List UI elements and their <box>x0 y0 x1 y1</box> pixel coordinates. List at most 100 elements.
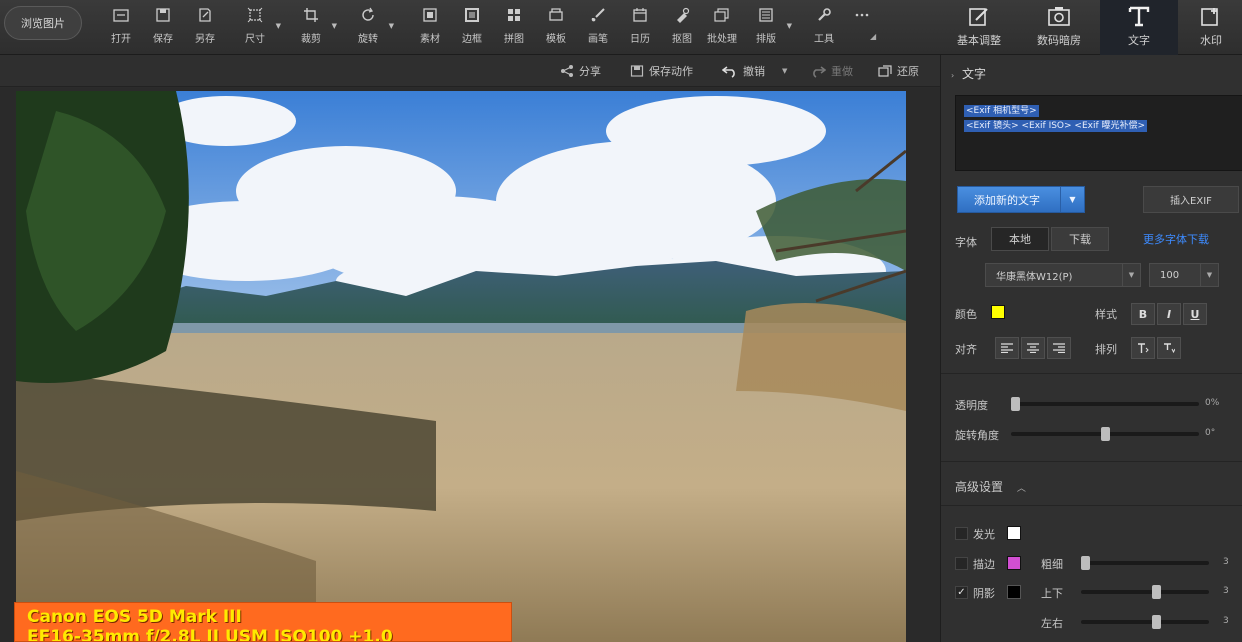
tool-resize-button[interactable]: 尺寸 ▼ <box>235 4 281 48</box>
align-center-button[interactable] <box>1021 337 1045 359</box>
crop-icon <box>302 6 320 24</box>
tool-template-button[interactable]: 模板 <box>536 4 576 48</box>
tool-cutout-button[interactable]: 抠图 <box>662 4 702 48</box>
rotation-slider-thumb[interactable] <box>1100 427 1110 441</box>
restore-label: 还原 <box>897 65 919 78</box>
tool-calendar-button[interactable]: 日历 <box>620 4 660 48</box>
stroke-checkbox[interactable] <box>955 557 968 570</box>
share-button[interactable]: 分享 <box>560 61 601 81</box>
undo-button[interactable]: 撤销 ▼ <box>722 61 787 81</box>
tool-dropdown-icon[interactable]: ▼ <box>787 22 792 30</box>
tool-label: 旋转 <box>358 34 378 45</box>
tool-save-as-button[interactable]: 另存 <box>185 4 225 48</box>
undo-label: 撤销 <box>743 65 765 78</box>
watermark-icon <box>1198 4 1224 28</box>
redo-button[interactable]: 重做 <box>810 61 853 81</box>
tab-adjust[interactable]: 基本调整 <box>940 0 1018 55</box>
text-color-swatch[interactable] <box>991 305 1005 319</box>
horizontal-text-button[interactable] <box>1131 337 1155 359</box>
thickness-slider[interactable] <box>1081 556 1209 570</box>
panel-title: › 文字 <box>951 65 986 82</box>
tool-dropdown-icon[interactable]: ▼ <box>332 22 337 30</box>
align-right-button[interactable] <box>1047 337 1071 359</box>
more-icon <box>853 6 871 24</box>
stroke-color-swatch[interactable] <box>1007 556 1021 570</box>
leftright-slider-thumb[interactable] <box>1152 615 1162 629</box>
add-text-dropdown-icon[interactable]: ▼ <box>1060 187 1084 212</box>
glow-checkbox[interactable] <box>955 527 968 540</box>
leftright-slider[interactable] <box>1081 615 1209 629</box>
font-local-tab[interactable]: 本地 <box>991 227 1049 251</box>
panel-collapse-icon[interactable]: › <box>951 71 954 80</box>
tab-text[interactable]: 文字 <box>1100 0 1178 55</box>
tool-label: 工具 <box>814 34 834 45</box>
rotation-slider[interactable] <box>1011 427 1199 441</box>
thickness-slider-thumb[interactable] <box>1081 556 1090 570</box>
advanced-settings-toggle[interactable]: 高级设置 ︿ <box>955 478 1026 495</box>
tool-brush-button[interactable]: 画笔 <box>578 4 618 48</box>
updown-slider-thumb[interactable] <box>1152 585 1162 599</box>
tool-collage-button[interactable]: 拼图 <box>494 4 534 48</box>
updown-value: 3 <box>1223 586 1229 596</box>
stroke-label: 描边 <box>973 558 995 571</box>
bold-button[interactable]: B <box>1131 303 1155 325</box>
style-label: 样式 <box>1095 308 1117 321</box>
add-new-text-button[interactable]: 添加新的文字 ▼ <box>957 186 1085 213</box>
image-canvas[interactable]: Canon EOS 5D Mark III EF16-35mm f/2.8L I… <box>0 88 940 642</box>
italic-button[interactable]: I <box>1157 303 1181 325</box>
tool-label: 画笔 <box>588 34 608 45</box>
tool-border-button[interactable]: 边框 <box>452 4 492 48</box>
align-left-button[interactable] <box>995 337 1019 359</box>
tool-label: 抠图 <box>672 34 692 45</box>
glow-color-swatch[interactable] <box>1007 526 1021 540</box>
tool-label: 批处理 <box>707 34 737 45</box>
tool-dropdown-icon[interactable]: ▼ <box>389 22 394 30</box>
save-action-button[interactable]: 保存动作 <box>630 61 693 81</box>
tool-material-button[interactable]: 素材 <box>410 4 450 48</box>
tool-wrench-button[interactable]: 工具 <box>804 4 844 48</box>
restore-icon <box>878 65 892 77</box>
save-as-icon <box>196 6 214 24</box>
toolbar-expand-icon[interactable]: ◢ <box>870 32 876 41</box>
shadow-color-swatch[interactable] <box>1007 585 1021 599</box>
action-bar: 分享 保存动作 撤销 ▼ 重做 还原 <box>0 55 940 87</box>
tool-batch-button[interactable]: 批处理 <box>702 4 742 48</box>
updown-slider[interactable] <box>1081 585 1209 599</box>
tab-darkroom[interactable]: 数码暗房 <box>1020 0 1098 55</box>
tab-watermark[interactable]: 水印 <box>1180 0 1242 55</box>
panel-divider <box>941 505 1242 506</box>
underline-button[interactable]: U <box>1183 303 1207 325</box>
top-toolbar: 浏览图片 打开 保存 另存 尺寸 ▼ 裁剪 ▼ 旋转 ▼ 素材 边框 拼图 模板 画笔 日历 抠图 批处理 排版 ▼… <box>0 0 1242 55</box>
undo-icon <box>722 66 735 78</box>
exif-text-overlay[interactable]: Canon EOS 5D Mark III EF16-35mm f/2.8L I… <box>14 602 512 642</box>
undo-dropdown-icon[interactable]: ▼ <box>782 67 787 75</box>
font-size-select[interactable]: 100 ▼ <box>1149 263 1219 287</box>
tool-dropdown-icon[interactable]: ▼ <box>276 22 281 30</box>
wrench-icon <box>815 6 833 24</box>
tool-save-button[interactable]: 保存 <box>143 4 183 48</box>
text-content-input[interactable]: <Exif 相机型号> <Exif 镜头> <Exif ISO> <Exif 曝… <box>955 95 1242 171</box>
restore-button[interactable]: 还原 <box>878 61 919 81</box>
tool-label: 边框 <box>462 34 482 45</box>
insert-exif-button[interactable]: 插入EXIF <box>1143 186 1239 213</box>
opacity-slider-thumb[interactable] <box>1011 397 1020 411</box>
panel-divider <box>941 373 1242 374</box>
tool-layout-button[interactable]: 排版 ▼ <box>746 4 792 48</box>
font-family-select[interactable]: 华康黑体W12(P) ▼ <box>985 263 1141 287</box>
brush-icon <box>589 6 607 24</box>
shadow-checkbox[interactable]: ✓ <box>955 586 968 599</box>
tool-rotate-button[interactable]: 旋转 ▼ <box>348 4 394 48</box>
batch-icon <box>713 6 731 24</box>
opacity-slider[interactable] <box>1011 397 1199 411</box>
text-line-1: <Exif 相机型号> <box>964 105 1039 117</box>
tool-open-button[interactable]: 打开 <box>101 4 141 48</box>
font-download-tab[interactable]: 下载 <box>1051 227 1109 251</box>
arrange-label: 排列 <box>1095 343 1117 356</box>
vertical-text-button[interactable] <box>1157 337 1181 359</box>
more-fonts-link[interactable]: 更多字体下载 <box>1143 231 1209 247</box>
tool-crop-button[interactable]: 裁剪 ▼ <box>291 4 337 48</box>
tool-label: 模板 <box>546 34 566 45</box>
tool-more-button[interactable]: ··· <box>842 4 882 48</box>
browse-images-button[interactable]: 浏览图片 <box>4 6 82 40</box>
updown-label: 上下 <box>1041 587 1063 600</box>
